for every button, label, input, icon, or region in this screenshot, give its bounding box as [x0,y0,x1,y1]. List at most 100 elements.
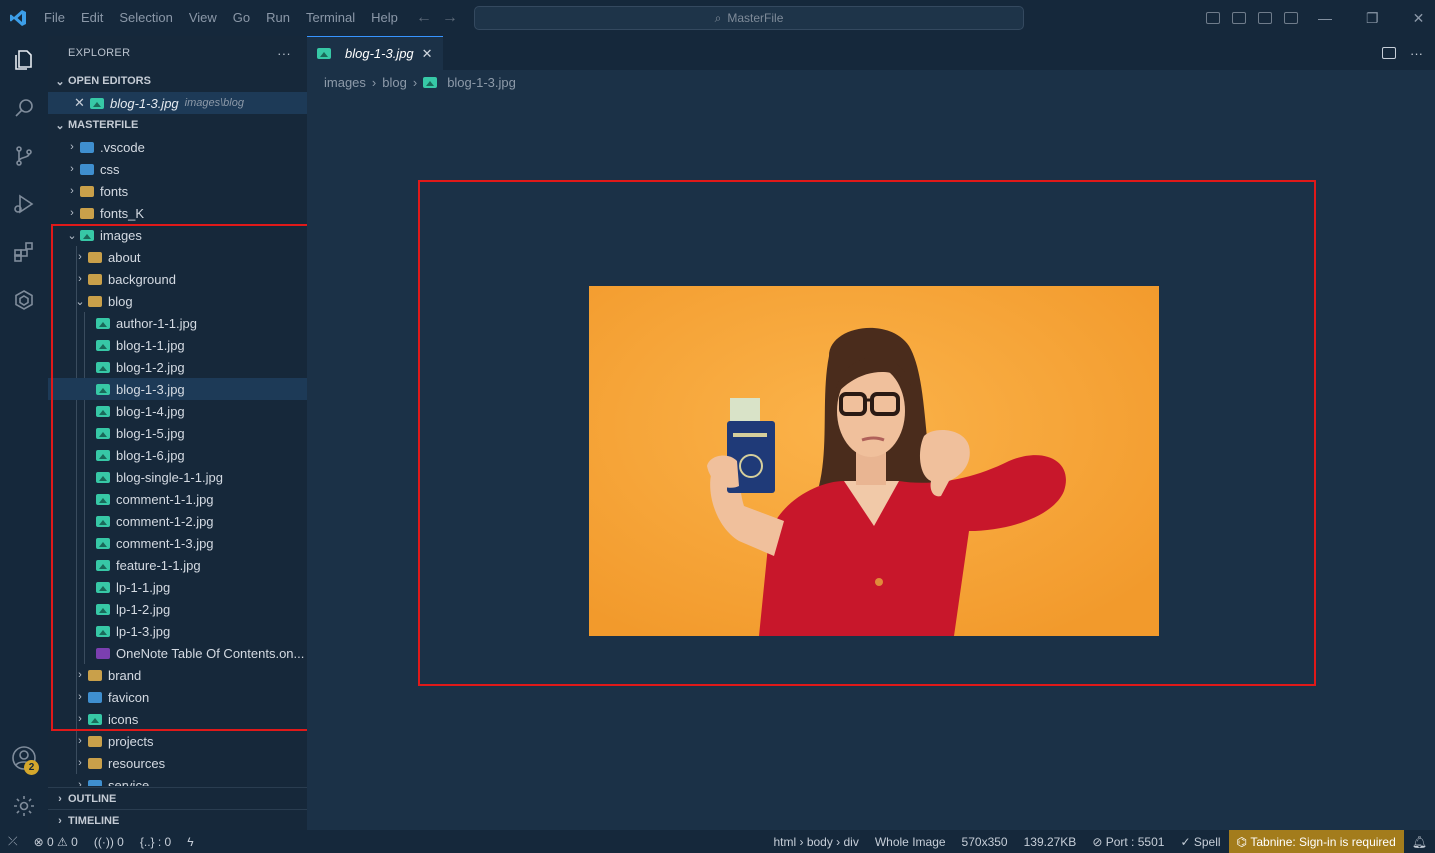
toggle-secondary-sidebar-icon[interactable] [1258,12,1272,24]
element-path[interactable]: html › body › div [765,835,866,849]
open-editors-section[interactable]: ⌄ OPEN EDITORS [48,70,307,92]
chevron-right-icon: › [70,185,74,197]
vscode-logo-icon [0,0,36,36]
settings-gear-icon[interactable] [0,782,48,830]
tree-item[interactable]: › fonts_K [48,202,307,224]
run-debug-icon[interactable] [0,180,48,228]
ports-indicator[interactable]: ((·)) 0 [86,835,132,849]
no-entry-icon: ⊘ [1092,834,1103,849]
spell-indicator[interactable]: ✓ Spell [1172,835,1228,849]
source-control-icon[interactable] [0,132,48,180]
live-server-port[interactable]: ⊘ Port : 5501 [1084,835,1172,849]
extensions-icon[interactable] [0,228,48,276]
tab-bar: blog-1-3.jpg ✕ ··· [307,36,1435,70]
tree-item[interactable]: › resources [48,752,307,774]
menu-file[interactable]: File [36,0,73,36]
broadcast-icon: ((·)) [93,834,114,849]
accounts-icon[interactable]: 2 [0,734,48,782]
minimize-icon[interactable]: — [1318,10,1332,26]
accounts-badge: 2 [24,760,39,775]
check-icon: ✓ [1180,834,1191,849]
command-center-search[interactable]: ⌕ MasterFile [474,6,1024,30]
breadcrumb-images[interactable]: images [324,75,366,90]
folder-icon [80,163,94,175]
tabnine-indicator[interactable]: ⌬ Tabnine: Sign-in is required [1228,830,1404,853]
close-window-icon[interactable]: ✕ [1413,10,1425,27]
image-file-icon [317,48,331,59]
open-editor-name: blog-1-3.jpg [110,95,179,111]
chevron-right-icon: › [78,757,82,769]
editor-more-icon[interactable]: ··· [1410,46,1423,61]
menu-run[interactable]: Run [258,0,298,36]
tree-item-label: service [108,777,150,787]
explorer-title: EXPLORER [68,47,131,59]
close-tab-icon[interactable]: ✕ [422,46,433,62]
search-activity-icon[interactable] [0,84,48,132]
json-indicator[interactable]: {..} : 0 [132,835,179,849]
warning-icon: ⚠ [57,834,68,849]
tabnine-icon: ⌬ [1236,834,1251,849]
close-editor-icon[interactable]: ✕ [74,95,90,111]
more-actions-icon[interactable]: ··· [277,46,291,61]
tree-item-label: css [100,161,120,177]
tab-blog-1-3[interactable]: blog-1-3.jpg ✕ [307,36,443,70]
menu-help[interactable]: Help [363,0,406,36]
chevron-right-icon: › [78,779,82,786]
timeline-label: TIMELINE [68,814,120,827]
forward-arrow-icon[interactable]: → [442,9,458,27]
remote-indicator-icon[interactable]: ⤫ [0,834,26,849]
folder-icon [88,779,102,786]
menu-edit[interactable]: Edit [73,0,111,36]
problems-indicator[interactable]: ⊗ 0 ⚠ 0 [26,835,86,849]
chevron-right-icon: › [70,141,74,153]
split-editor-icon[interactable] [1382,47,1396,59]
back-arrow-icon[interactable]: ← [416,9,432,27]
window-controls: — ❐ ✕ [1318,0,1424,36]
tree-item[interactable]: › projects [48,730,307,752]
tab-label: blog-1-3.jpg [345,46,414,61]
explorer-icon[interactable] [0,36,48,84]
menu-selection[interactable]: Selection [111,0,180,36]
notifications-bell-icon[interactable]: 🔔︎ [1404,835,1435,849]
tree-item[interactable]: › fonts [48,180,307,202]
tree-item-label: fonts_K [100,205,145,221]
lightning-icon[interactable]: ϟ [179,835,201,849]
error-icon: ⊗ [33,834,44,849]
highlight-box-preview [418,180,1316,686]
folder-icon [80,185,94,197]
menu-terminal[interactable]: Terminal [298,0,363,36]
zoom-level[interactable]: Whole Image [867,835,954,849]
activity-bar: 2 [0,36,48,830]
menu-go[interactable]: Go [225,0,258,36]
breadcrumb-file[interactable]: blog-1-3.jpg [447,75,516,90]
file-size: 139.27KB [1023,834,1077,849]
menu-view[interactable]: View [181,0,225,36]
image-file-icon [90,97,104,109]
outline-label: OUTLINE [68,792,117,805]
menu-bar: File Edit Selection View Go Run Terminal… [36,0,406,36]
explorer-header: EXPLORER ··· [48,36,307,70]
timeline-section[interactable]: › TIMELINE [48,809,307,831]
tree-item[interactable]: › .vscode [48,136,307,158]
tree-item-label: .vscode [100,139,145,155]
outline-section[interactable]: › OUTLINE [48,787,307,809]
breadcrumb: images › blog › blog-1-3.jpg [307,70,1435,94]
restore-icon[interactable]: ❐ [1366,10,1379,27]
workspace-label: MASTERFILE [68,119,139,131]
customize-layout-icon[interactable] [1284,12,1298,24]
folder-icon [80,207,94,219]
status-bar: ⤫ ⊗ 0 ⚠ 0 ((·)) 0 {..} : 0 ϟ html › body… [0,830,1435,853]
layout-controls [1200,0,1304,36]
folder-icon [88,757,102,769]
remote-explorer-icon[interactable] [0,276,48,324]
port-label: Port : 5501 [1105,834,1165,849]
tree-item[interactable]: › css [48,158,307,180]
workspace-section[interactable]: ⌄ MASTERFILE [48,114,307,136]
toggle-sidebar-icon[interactable] [1206,12,1220,24]
tree-item[interactable]: › service [48,774,307,786]
open-editor-item[interactable]: ✕ blog-1-3.jpg images\blog [48,92,307,114]
open-editors-label: OPEN EDITORS [68,75,151,87]
breadcrumb-blog[interactable]: blog [382,75,407,90]
toggle-panel-icon[interactable] [1232,12,1246,24]
image-dimensions: 570x350 [961,834,1008,849]
